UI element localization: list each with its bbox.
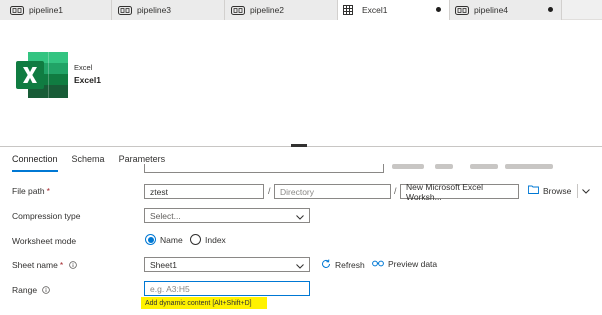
tab-label: pipeline3 — [137, 5, 172, 15]
tab-pipeline4[interactable]: pipeline4 — [450, 0, 562, 20]
add-dynamic-content-link[interactable]: Add dynamic content [Alt+Shift+D] — [141, 297, 267, 309]
range-label: Range — [12, 285, 51, 296]
preview-data-button[interactable]: Preview data — [372, 259, 437, 269]
pipeline-icon — [455, 5, 469, 15]
chevron-down-icon — [581, 186, 590, 196]
scrolled-text — [392, 164, 424, 169]
container-input[interactable]: ztest — [144, 184, 264, 199]
info-icon[interactable] — [68, 260, 77, 271]
radio-label: Name — [160, 234, 183, 245]
tab-excel1[interactable]: Excel1 — [338, 0, 450, 20]
activity-type: Excel — [74, 63, 93, 72]
tab-label: pipeline2 — [250, 5, 285, 15]
radio-label: Index — [205, 234, 226, 245]
worksheet-mode-label: Worksheet mode — [12, 236, 77, 246]
scrolled-text — [470, 164, 498, 169]
excel-logo-icon — [14, 52, 68, 98]
table-icon — [343, 5, 357, 15]
glasses-icon — [372, 259, 384, 269]
refresh-button[interactable]: Refresh — [321, 259, 365, 271]
sheet-name-label: Sheet name * — [12, 260, 77, 271]
scrolled-text — [435, 164, 453, 169]
browse-button[interactable]: Browse — [528, 185, 571, 196]
range-input[interactable]: e.g. A3:H5 — [144, 281, 310, 296]
chevron-down-icon — [296, 212, 304, 222]
tab-pipeline1[interactable]: pipeline1 — [0, 0, 112, 20]
required-mark: * — [46, 186, 50, 196]
tab-bar: pipeline1 pipeline3 pipeline2 Excel1 pip… — [0, 0, 602, 20]
tab-schema[interactable]: Schema — [72, 154, 105, 172]
sheet-name-dropdown[interactable]: Sheet1 — [144, 257, 310, 272]
compression-type-label: Compression type — [12, 211, 81, 221]
radio-name[interactable]: Name — [145, 234, 183, 245]
unsaved-dot-icon — [436, 7, 441, 12]
dropdown-value: Sheet1 — [150, 259, 177, 270]
radio-circle — [145, 234, 156, 245]
tab-label: Excel1 — [362, 5, 388, 15]
chevron-down-icon — [296, 261, 304, 271]
pipeline-icon — [10, 5, 24, 15]
path-separator: / — [268, 186, 271, 196]
activity-name: Excel1 — [74, 75, 101, 85]
file-path-label: File path * — [12, 186, 50, 196]
compression-type-dropdown[interactable]: Select... — [144, 208, 310, 223]
dropdown-value: Select... — [150, 210, 181, 221]
directory-input[interactable]: Directory — [274, 184, 391, 199]
tab-label: pipeline4 — [474, 5, 509, 15]
folder-icon — [528, 185, 539, 196]
radio-circle — [190, 234, 201, 245]
tab-connection[interactable]: Connection — [12, 154, 58, 172]
browse-options-button[interactable] — [577, 184, 593, 198]
pipeline-icon — [231, 5, 245, 15]
tab-label: pipeline1 — [29, 5, 64, 15]
path-separator: / — [394, 186, 397, 196]
pipeline-icon — [118, 5, 132, 15]
splitter-handle[interactable] — [291, 144, 307, 147]
file-name-input[interactable]: New Microsoft Excel Worksh... — [400, 182, 519, 202]
scrolled-linked-service-field — [144, 164, 384, 173]
tab-pipeline2[interactable]: pipeline2 — [225, 0, 338, 20]
info-icon[interactable] — [42, 285, 51, 296]
refresh-icon — [321, 259, 331, 271]
required-mark: * — [59, 260, 64, 270]
unsaved-dot-icon — [548, 7, 553, 12]
radio-index[interactable]: Index — [190, 234, 226, 245]
scrolled-text — [505, 164, 553, 169]
tab-pipeline3[interactable]: pipeline3 — [112, 0, 225, 20]
